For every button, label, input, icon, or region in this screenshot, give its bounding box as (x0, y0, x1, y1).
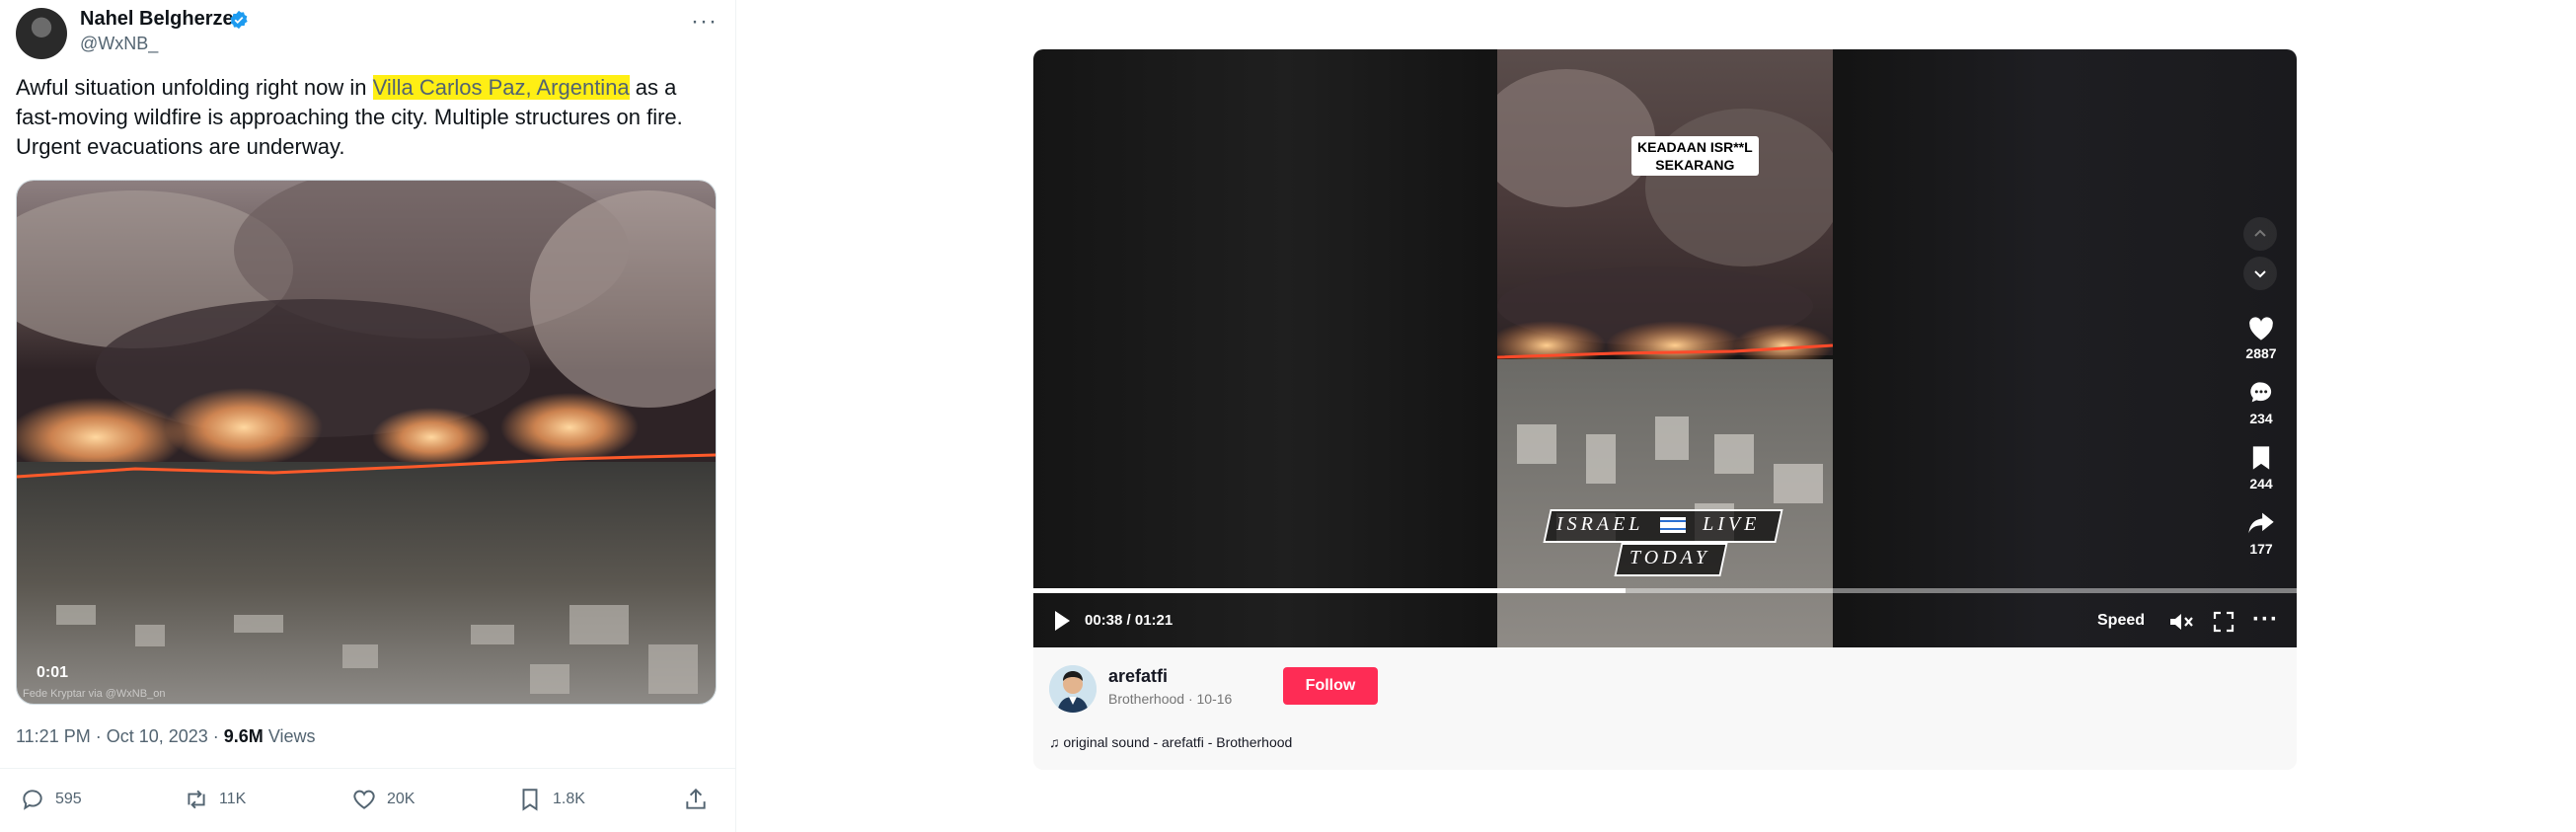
like-count: 2887 (2245, 345, 2277, 361)
save-action[interactable]: 244 (2237, 444, 2285, 492)
heart-icon (353, 790, 375, 809)
watermark-israel: ISRAEL (1556, 513, 1644, 535)
more-options-icon[interactable]: ··· (2252, 606, 2279, 634)
next-video-button[interactable] (2243, 257, 2277, 290)
fullscreen-icon[interactable] (2213, 611, 2235, 633)
reply-count: 595 (55, 791, 82, 807)
follow-button[interactable]: Follow (1283, 667, 1378, 705)
tweet-text-highlight: Villa Carlos Paz, Argentina (372, 75, 630, 100)
play-icon[interactable] (1053, 610, 1071, 632)
retweet-button[interactable]: 11K (184, 787, 246, 812)
share-action[interactable]: 177 (2237, 509, 2285, 557)
mute-icon[interactable] (2168, 611, 2194, 633)
wildfire-video-frame (17, 181, 716, 704)
chevron-down-icon (2254, 270, 2266, 278)
tweet-meta: 11:21 PM · Oct 10, 2023 · 9.6M Views (16, 726, 316, 747)
bookmark-button[interactable]: 1.8K (517, 787, 585, 812)
creator-username[interactable]: arefatfi (1108, 666, 1168, 687)
tweet-text-start: Awful situation unfolding right now in (16, 75, 373, 100)
watermark-live: LIVE (1703, 513, 1761, 535)
time-display: 00:38 / 01:21 (1085, 612, 1174, 629)
watermark-today: TODAY (1629, 547, 1710, 568)
sound-name: original sound - arefatfi - Brotherhood (1063, 734, 1293, 750)
author-handle[interactable]: @WxNB_ (80, 34, 158, 54)
like-button[interactable]: 20K (351, 787, 415, 812)
tweet-card: Nahel Belgherze @WxNB_ ··· Awful situati… (0, 0, 736, 832)
bookmark-count: 1.8K (553, 791, 585, 807)
progress-bar[interactable] (1033, 588, 2297, 593)
tweet-text: Awful situation unfolding right now in V… (16, 73, 707, 162)
chevron-up-icon (2254, 229, 2266, 237)
media-credit: Fede Kryptar via @WxNB_on (23, 688, 166, 700)
music-note-icon: ♫ (1049, 734, 1064, 750)
share-count: 177 (2249, 541, 2273, 557)
tweet-actions: 595 11K 20K 1.8K (0, 768, 735, 828)
views-label: Views (263, 726, 316, 746)
retweet-icon (188, 790, 205, 809)
share-button[interactable] (683, 787, 709, 812)
tiktok-post: KEADAAN ISR**L SEKARANG ISRAEL LIVE TODA… (1033, 49, 2297, 770)
comment-icon (2250, 382, 2272, 403)
tweet-video[interactable]: 0:01 Fede Kryptar via @WxNB_on (16, 180, 717, 705)
share-icon (686, 788, 706, 809)
author-name[interactable]: Nahel Belgherze (80, 8, 234, 31)
creator-subtitle: Brotherhood · 10-16 (1108, 691, 1233, 707)
watermark-line-1: ISRAEL LIVE (1556, 513, 1760, 536)
verified-badge-icon (230, 10, 248, 30)
like-action[interactable]: 2887 (2237, 316, 2285, 361)
bookmark-icon (522, 789, 538, 811)
heart-icon (2249, 317, 2273, 340)
caption-line-2: SEKARANG (1655, 157, 1735, 173)
more-options-icon[interactable]: ··· (691, 8, 718, 36)
reply-button[interactable]: 595 (20, 787, 82, 812)
tweet-timestamp[interactable]: 11:21 PM · Oct 10, 2023 · (16, 726, 224, 746)
reply-icon (23, 790, 42, 810)
comment-count: 234 (2249, 411, 2273, 426)
retweet-count: 11K (219, 791, 247, 807)
progress-fill (1033, 588, 1627, 593)
bookmark-icon (2252, 446, 2270, 470)
video-caption-overlay: KEADAAN ISR**L SEKARANG (1631, 136, 1759, 176)
like-count: 20K (387, 791, 416, 807)
previous-video-button[interactable] (2243, 217, 2277, 251)
save-count: 244 (2249, 476, 2273, 492)
video-player[interactable]: KEADAAN ISR**L SEKARANG ISRAEL LIVE TODA… (1033, 49, 2297, 647)
share-arrow-icon (2248, 512, 2274, 534)
sound-info[interactable]: ♫ original sound - arefatfi - Brotherhoo… (1049, 734, 1292, 750)
caption-line-1: KEADAAN ISR**L (1637, 139, 1753, 155)
speed-button[interactable]: Speed (2097, 612, 2145, 630)
author-avatar[interactable] (16, 8, 67, 59)
israel-flag-icon (1660, 517, 1687, 534)
views-count: 9.6M (223, 726, 264, 746)
creator-avatar-image (1049, 665, 1097, 713)
creator-avatar[interactable] (1049, 665, 1097, 713)
video-timecode: 0:01 (37, 664, 69, 681)
comment-action[interactable]: 234 (2237, 379, 2285, 426)
